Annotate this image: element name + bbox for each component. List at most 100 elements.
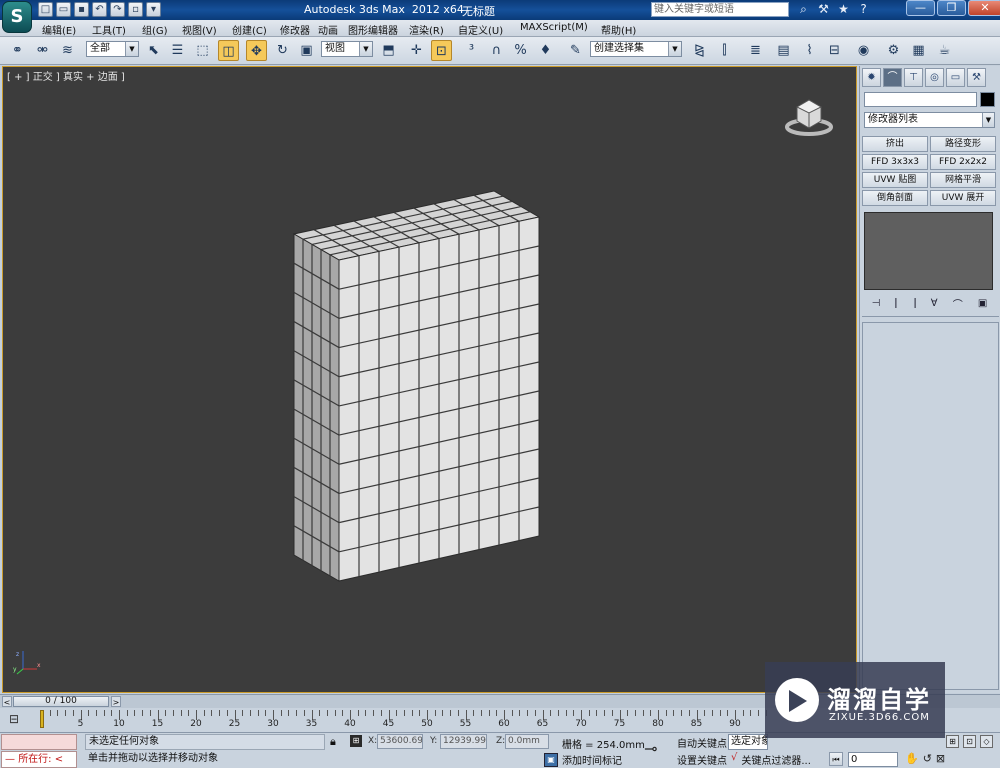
save-file-icon[interactable]: ▪ <box>74 2 89 17</box>
object-name-field[interactable] <box>864 92 977 107</box>
star-icon[interactable]: ★ <box>835 1 852 18</box>
perspective-viewport[interactable]: [ + ] 正交 ] 真实 + 边面 ] z x y <box>2 66 857 693</box>
select-manipulate-icon[interactable]: ✛ <box>406 40 427 61</box>
select-and-scale-icon[interactable]: ▣ <box>296 40 317 61</box>
menu-tools[interactable]: 工具(T) <box>92 22 126 37</box>
menu-create[interactable]: 创建(C) <box>232 22 267 37</box>
object-color-swatch[interactable] <box>980 92 995 107</box>
modify-tab-icon[interactable]: ⌒ <box>883 68 902 87</box>
spinner-snap-icon[interactable]: ♦ <box>535 40 556 61</box>
schematic-view-icon[interactable]: ⊟ <box>824 40 845 61</box>
modifier-stack[interactable] <box>864 212 993 290</box>
menu-group[interactable]: 组(G) <box>142 22 168 37</box>
key-icon[interactable]: ⊸ <box>644 739 657 758</box>
time-slider-prev-button[interactable]: < <box>2 696 12 707</box>
undo-icon[interactable]: ↶ <box>92 2 107 17</box>
menu-rendering[interactable]: 渲染(R) <box>409 22 444 37</box>
make-unique-icon[interactable]: ∀ <box>931 298 938 309</box>
show-end-result-icon[interactable]: ⎸⎹ <box>896 298 916 309</box>
pivot-center-icon[interactable]: ⬒ <box>378 40 399 61</box>
motion-tab-icon[interactable]: ◎ <box>925 68 944 87</box>
display-tab-icon[interactable]: ▭ <box>946 68 965 87</box>
trackbar-ruler[interactable]: 5 10 15 20 25 30 35 40 45 50 55 60 65 70 75 80 85 90 <box>40 708 770 732</box>
menu-views[interactable]: 视图(V) <box>182 22 217 37</box>
y-coordinate-field[interactable]: 12939.998 <box>440 734 487 749</box>
angle-snap-icon[interactable]: ∩ <box>486 40 507 61</box>
mesh-smooth-button[interactable]: 网格平滑 <box>930 172 996 188</box>
ffd-2x2x2-button[interactable]: FFD 2x2x2 <box>930 154 996 170</box>
modifier-list-dropdown[interactable]: 修改器列表 ▼ <box>864 112 995 128</box>
material-editor-icon[interactable]: ◉ <box>853 40 874 61</box>
selection-filter-dropdown[interactable]: 全部 ▼ <box>86 41 139 57</box>
orbit-icon[interactable]: ↺ <box>923 752 932 765</box>
menu-help[interactable]: 帮助(H) <box>601 22 636 37</box>
maxscript-line[interactable]: — 所在行: < <box>1 751 77 768</box>
reference-coord-dropdown[interactable]: 视图 ▼ <box>321 41 373 57</box>
set-key-button[interactable]: 设置关键点 <box>677 752 727 767</box>
select-and-rotate-icon[interactable]: ↻ <box>272 40 293 61</box>
zoom-extents-all-icon[interactable]: ⊞ <box>946 735 959 748</box>
maxscript-listener-input[interactable] <box>1 734 77 750</box>
z-coordinate-field[interactable]: 0.0mm <box>505 734 549 749</box>
menu-customize[interactable]: 自定义(U) <box>458 22 503 37</box>
remove-modifier-icon[interactable]: ⌒ <box>953 296 963 311</box>
x-coordinate-field[interactable]: 53600.697 <box>377 734 423 749</box>
binoculars-icon[interactable]: ⌕ <box>795 1 812 18</box>
configure-modifier-sets-icon[interactable]: ▣ <box>978 298 987 309</box>
customize-dropdown-icon[interactable]: ▾ <box>146 2 161 17</box>
add-time-tag-button[interactable]: ▣ 添加时间标记 <box>544 752 622 767</box>
create-tab-icon[interactable]: ✹ <box>862 68 881 87</box>
close-button[interactable]: ✕ <box>968 0 1000 16</box>
layer-manager-icon[interactable]: ≣ <box>745 40 766 61</box>
menu-modifiers[interactable]: 修改器 <box>280 22 310 37</box>
selection-lock-icon[interactable]: 🔒︎ <box>330 735 336 749</box>
render-production-icon[interactable]: ☕ <box>934 40 955 61</box>
open-file-icon[interactable]: ▭ <box>56 2 71 17</box>
bind-space-warp-icon[interactable]: ≋ <box>57 40 78 61</box>
select-by-name-icon[interactable]: ☰ <box>167 40 188 61</box>
menu-animation[interactable]: 动画 <box>318 22 338 37</box>
zoom-extents-icon[interactable]: ⊡ <box>963 735 976 748</box>
app-logo[interactable]: S <box>2 1 32 33</box>
unlink-icon[interactable]: ⚮ <box>32 40 53 61</box>
path-deform-button[interactable]: 路径变形 <box>930 136 996 152</box>
redo-icon[interactable]: ↷ <box>110 2 125 17</box>
snaps-toggle-icon[interactable]: ³ <box>461 40 482 61</box>
restore-button[interactable]: ❐ <box>937 0 966 16</box>
key-mode-dropdown[interactable]: 选定对象 <box>728 734 768 750</box>
rectangular-selection-icon[interactable]: ⬚ <box>192 40 213 61</box>
mirror-icon[interactable]: ⧎ <box>689 40 710 61</box>
new-file-icon[interactable]: □ <box>38 2 53 17</box>
time-slider-thumb[interactable]: 0 / 100 <box>13 696 109 707</box>
named-selection-dropdown[interactable]: 创建选择集 ▼ <box>590 41 682 57</box>
rendered-frame-window-icon[interactable]: ▦ <box>908 40 929 61</box>
wrench-icon[interactable]: ⚒ <box>815 1 832 18</box>
menu-graph-editors[interactable]: 图形编辑器 <box>348 22 398 37</box>
mini-curve-editor-icon[interactable]: ⊟ <box>9 712 19 726</box>
current-frame-field[interactable]: 0 <box>848 752 898 767</box>
ffd-3x3x3-button[interactable]: FFD 3x3x3 <box>862 154 928 170</box>
current-frame-marker[interactable] <box>40 710 44 728</box>
uvw-map-button[interactable]: UVW 贴图 <box>862 172 928 188</box>
window-crossing-icon[interactable]: ◫ <box>218 40 239 61</box>
edit-named-selection-icon[interactable]: ✎ <box>565 40 586 61</box>
extrude-button[interactable]: 挤出 <box>862 136 928 152</box>
utilities-tab-icon[interactable]: ⚒ <box>967 68 986 87</box>
key-filters-button[interactable]: √ 关键点过滤器... <box>731 752 811 767</box>
project-folder-icon[interactable]: ▫ <box>128 2 143 17</box>
menu-edit[interactable]: 编辑(E) <box>42 22 76 37</box>
minimize-button[interactable]: — <box>906 0 935 16</box>
keyboard-shortcut-override-icon[interactable]: ⊡ <box>431 40 452 61</box>
pan-hand-icon[interactable]: ✋ <box>905 752 919 765</box>
hierarchy-tab-icon[interactable]: ⊤ <box>904 68 923 87</box>
render-setup-icon[interactable]: ⚙ <box>883 40 904 61</box>
select-and-move-icon[interactable]: ✥ <box>246 40 267 61</box>
grid-box-object[interactable] <box>3 67 858 694</box>
align-icon[interactable]: ⫿ <box>714 40 735 61</box>
go-to-start-icon[interactable]: ⏮ <box>829 752 843 766</box>
menu-maxscript[interactable]: MAXScript(M) <box>520 22 588 33</box>
maximize-viewport-icon[interactable]: ⊠ <box>936 752 945 765</box>
link-icon[interactable]: ⚭ <box>7 40 28 61</box>
auto-key-button[interactable]: 自动关键点 <box>677 735 727 750</box>
absolute-mode-icon[interactable]: ⊞ <box>350 735 362 747</box>
